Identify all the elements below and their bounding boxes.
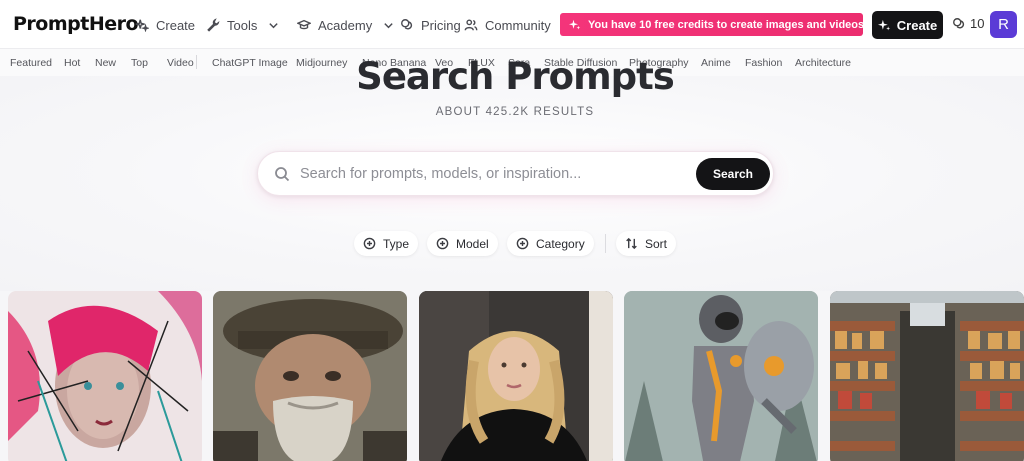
search-input[interactable] [300,162,690,186]
nav-academy-label: Academy [318,17,373,33]
search-icon [275,167,290,182]
nav-pricing-label: Pricing [421,17,461,33]
prompthero-logo[interactable]: PromptHero [13,13,139,35]
filter-model[interactable]: Model [427,231,498,256]
filter-type[interactable]: Type [354,231,419,256]
blonde-selfie-image [419,291,613,461]
nav-tools-label: Tools [227,17,258,33]
sparkles-icon [135,19,149,32]
filter-category-label: Category [536,236,585,251]
filter-category[interactable]: Category [507,231,594,256]
nav-pricing[interactable]: Pricing [400,16,461,34]
sparkles-icon [877,19,890,30]
top-navbar: PromptHero Create Tools Academy Pricing … [0,0,1024,49]
free-credits-banner[interactable]: You have 10 free credits to create image… [560,13,863,36]
result-card[interactable] [8,291,202,461]
credits-indicator[interactable]: 10 [952,16,984,31]
plus-circle-icon [516,237,529,250]
nav-create-label: Create [156,17,196,33]
page-title: Search Prompts [356,55,675,98]
plus-circle-icon [436,237,449,250]
sparkles-icon [569,19,581,29]
nav-community-label: Community [485,17,551,33]
result-card[interactable] [419,291,613,461]
free-credits-text: You have 10 free credits to create image… [588,18,863,31]
user-avatar[interactable]: R [990,11,1017,38]
results-count: ABOUT 425.2K RESULTS [435,106,595,118]
nav-tools[interactable]: Tools [206,16,279,34]
coins-icon [401,19,413,30]
abstract-portrait-image [8,291,202,461]
chevron-down-icon [384,22,393,28]
search-bar: Search [257,151,774,196]
search-button[interactable]: Search [696,158,770,190]
plus-circle-icon [363,237,376,250]
filter-divider [605,234,606,253]
old-miner-portrait-image [213,291,407,461]
chevron-down-icon [269,22,279,28]
result-card[interactable] [213,291,407,461]
robot-woman-image [624,291,818,461]
result-card[interactable] [830,291,1024,461]
users-icon [464,19,478,31]
wrench-icon [207,18,220,32]
credits-value: 10 [970,16,985,31]
store-aisle-image [830,291,1024,461]
filter-type-label: Type [383,236,410,251]
coins-icon [953,17,965,29]
nav-community[interactable]: Community [464,16,551,34]
sort-label: Sort [645,236,668,251]
filter-model-label: Model [456,236,489,251]
nav-create[interactable]: Create [135,16,195,34]
graduation-cap-icon [297,19,311,30]
create-button-label: Create [896,17,938,33]
sort-button[interactable]: Sort [616,231,677,256]
sort-arrows-icon [626,237,637,250]
nav-academy[interactable]: Academy [297,16,394,34]
result-card[interactable] [624,291,818,461]
create-button[interactable]: Create [872,11,943,39]
